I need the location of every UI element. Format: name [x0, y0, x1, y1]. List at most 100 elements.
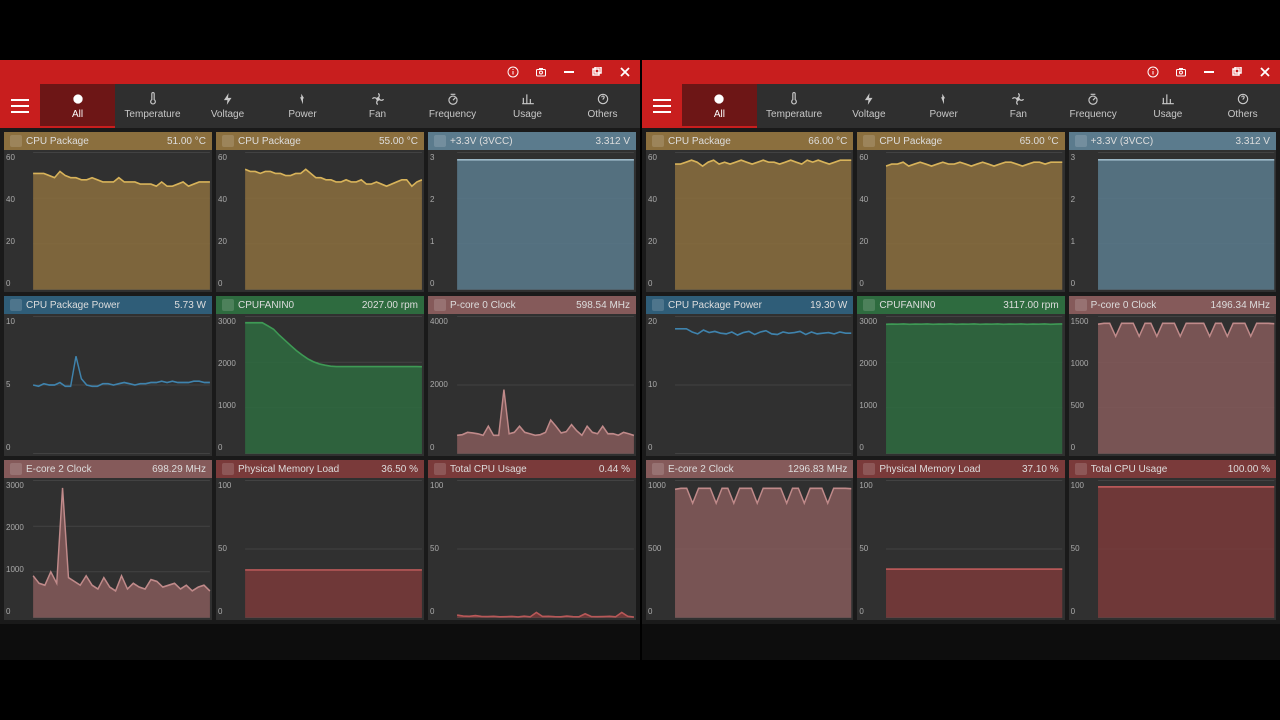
card-header: CPU Package 66.00 °C	[646, 132, 853, 150]
metric-card[interactable]: Physical Memory Load 36.50 % 100500	[216, 460, 424, 620]
metric-card[interactable]: P-core 0 Clock 1496.34 MHz 150010005000	[1069, 296, 1276, 456]
card-header: Total CPU Usage 0.44 %	[428, 460, 636, 478]
tab-voltage[interactable]: Voltage	[190, 84, 265, 128]
metric-card[interactable]: E-core 2 Clock 1296.83 MHz 10005000	[646, 460, 853, 620]
metric-card[interactable]: P-core 0 Clock 598.54 MHz 400020000	[428, 296, 636, 456]
metric-card[interactable]: Total CPU Usage 100.00 % 100500	[1069, 460, 1276, 620]
close-icon[interactable]	[618, 65, 632, 79]
tab-label: All	[72, 109, 83, 120]
metric-value: 65.00 °C	[1020, 136, 1059, 147]
usage-icon	[518, 91, 538, 107]
tab-fan[interactable]: Fan	[981, 84, 1056, 128]
metric-badge-icon	[10, 135, 22, 147]
menu-button[interactable]	[642, 84, 682, 128]
card-header: +3.3V (3VCC) 3.312 V	[1069, 132, 1276, 150]
info-icon[interactable]	[506, 65, 520, 79]
maximize-icon[interactable]	[1230, 65, 1244, 79]
metric-card[interactable]: +3.3V (3VCC) 3.312 V 3210	[428, 132, 636, 292]
metric-value: 66.00 °C	[808, 136, 847, 147]
tab-label: Temperature	[124, 109, 180, 120]
usage-icon	[1158, 91, 1178, 107]
chart-area: 100500	[1069, 478, 1276, 620]
metric-card[interactable]: Physical Memory Load 37.10 % 100500	[857, 460, 1064, 620]
metric-value: 3.312 V	[596, 136, 630, 147]
fan-icon	[1008, 91, 1028, 107]
card-header: E-core 2 Clock 1296.83 MHz	[646, 460, 853, 478]
metric-label: Physical Memory Load	[238, 464, 381, 475]
tab-label: Frequency	[429, 109, 476, 120]
tab-all[interactable]: All	[682, 84, 757, 128]
chart-area: 3000200010000	[216, 314, 424, 456]
metric-badge-icon	[434, 463, 446, 475]
metric-value: 51.00 °C	[167, 136, 206, 147]
tab-usage[interactable]: Usage	[1131, 84, 1206, 128]
metric-value: 55.00 °C	[379, 136, 418, 147]
camera-icon[interactable]	[1174, 65, 1188, 79]
chart-area: 100500	[857, 478, 1064, 620]
tab-frequency[interactable]: Frequency	[1056, 84, 1131, 128]
tab-power[interactable]: Power	[265, 84, 340, 128]
metric-card[interactable]: CPU Package Power 19.30 W 20100	[646, 296, 853, 456]
footer	[0, 624, 640, 660]
info-icon[interactable]	[1146, 65, 1160, 79]
metric-badge-icon	[1075, 299, 1087, 311]
minimize-icon[interactable]	[1202, 65, 1216, 79]
tab-all[interactable]: All	[40, 84, 115, 128]
metric-label: CPU Package Power	[26, 300, 174, 311]
metric-card[interactable]: CPUFANIN0 3117.00 rpm 3000200010000	[857, 296, 1064, 456]
metric-badge-icon	[222, 299, 234, 311]
tab-temperature[interactable]: Temperature	[115, 84, 190, 128]
others-icon	[1233, 91, 1253, 107]
metric-label: CPU Package Power	[668, 300, 810, 311]
metric-value: 598.54 MHz	[576, 300, 630, 311]
others-icon	[593, 91, 613, 107]
minimize-icon[interactable]	[562, 65, 576, 79]
metric-label: CPU Package	[26, 136, 167, 147]
metric-label: Physical Memory Load	[879, 464, 1022, 475]
metric-card[interactable]: Total CPU Usage 0.44 % 100500	[428, 460, 636, 620]
metric-card[interactable]: CPU Package 66.00 °C 6040200	[646, 132, 853, 292]
metric-card[interactable]: CPU Package 55.00 °C 6040200	[216, 132, 424, 292]
tab-label: Voltage	[211, 109, 244, 120]
camera-icon[interactable]	[534, 65, 548, 79]
tab-label: Power	[288, 109, 316, 120]
metric-card[interactable]: CPU Package Power 5.73 W 1050	[4, 296, 212, 456]
tab-power[interactable]: Power	[906, 84, 981, 128]
voltage-icon	[218, 91, 238, 107]
titlebar	[642, 60, 1280, 84]
metric-value: 36.50 %	[381, 464, 418, 475]
tab-label: Others	[587, 109, 617, 120]
temperature-icon	[784, 91, 804, 107]
tab-others[interactable]: Others	[565, 84, 640, 128]
card-header: +3.3V (3VCC) 3.312 V	[428, 132, 636, 150]
metric-badge-icon	[1075, 135, 1087, 147]
maximize-icon[interactable]	[590, 65, 604, 79]
metric-card[interactable]: +3.3V (3VCC) 3.312 V 3210	[1069, 132, 1276, 292]
metric-grid: CPU Package 66.00 °C 6040200 CPU Package…	[642, 128, 1280, 624]
metric-card[interactable]: CPUFANIN0 2027.00 rpm 3000200010000	[216, 296, 424, 456]
tab-label: Usage	[513, 109, 542, 120]
tab-frequency[interactable]: Frequency	[415, 84, 490, 128]
tab-voltage[interactable]: Voltage	[832, 84, 907, 128]
metric-card[interactable]: E-core 2 Clock 698.29 MHz 3000200010000	[4, 460, 212, 620]
metric-value: 2027.00 rpm	[362, 300, 418, 311]
tab-label: Frequency	[1070, 109, 1117, 120]
tab-label: Fan	[369, 109, 386, 120]
tab-temperature[interactable]: Temperature	[757, 84, 832, 128]
nav-row: All Temperature Voltage Power Fan Freque…	[642, 84, 1280, 128]
card-header: CPU Package Power 5.73 W	[4, 296, 212, 314]
metric-card[interactable]: CPU Package 65.00 °C 6040200	[857, 132, 1064, 292]
metric-badge-icon	[434, 135, 446, 147]
metric-badge-icon	[1075, 463, 1087, 475]
power-icon	[934, 91, 954, 107]
tab-usage[interactable]: Usage	[490, 84, 565, 128]
chart-area: 1050	[4, 314, 212, 456]
menu-button[interactable]	[0, 84, 40, 128]
metric-card[interactable]: CPU Package 51.00 °C 6040200	[4, 132, 212, 292]
metric-label: Total CPU Usage	[450, 464, 599, 475]
close-icon[interactable]	[1258, 65, 1272, 79]
monitor-pane: All Temperature Voltage Power Fan Freque…	[0, 60, 640, 660]
card-header: P-core 0 Clock 598.54 MHz	[428, 296, 636, 314]
tab-others[interactable]: Others	[1205, 84, 1280, 128]
tab-fan[interactable]: Fan	[340, 84, 415, 128]
